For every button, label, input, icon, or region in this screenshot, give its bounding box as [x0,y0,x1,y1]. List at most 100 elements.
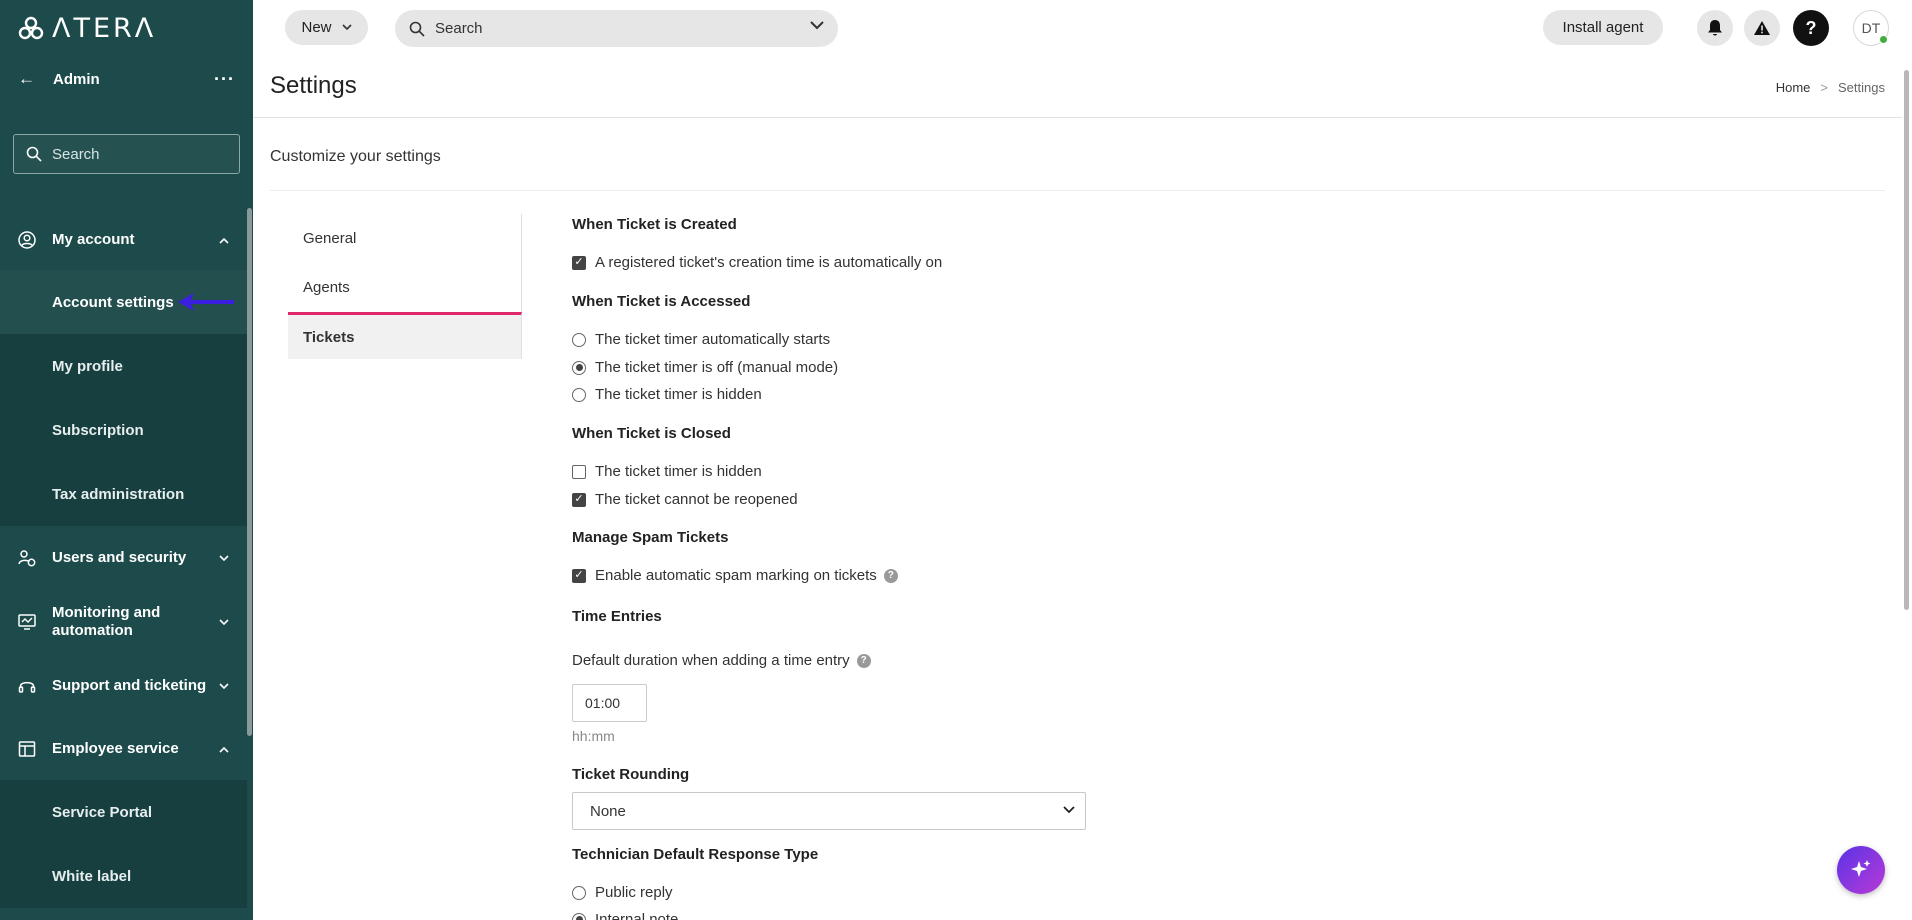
tab-agents[interactable]: Agents [288,263,522,312]
checkbox-checked[interactable]: ✓ [572,255,586,270]
warning-icon [1754,21,1770,35]
radio-button[interactable] [572,332,586,347]
search-icon [409,21,425,37]
ai-assistant-button[interactable] [1837,846,1885,894]
search-icon [26,146,42,162]
user-circle-icon [18,231,36,249]
radio-public-reply[interactable]: Public reply [572,884,673,901]
question-mark-icon: ? [1805,17,1817,38]
top-bar: New Install agent ? DT [253,0,1912,54]
help-icon[interactable]: ? [856,653,871,668]
global-search-input[interactable] [435,20,795,37]
new-button[interactable]: New [285,10,368,45]
sidebar-search[interactable] [13,134,240,174]
atera-logo-icon [18,16,44,40]
rounding-select[interactable]: None [572,792,1086,830]
checkbox[interactable] [572,464,586,479]
radio-timer-auto-starts[interactable]: The ticket timer automatically starts [572,331,830,348]
sidebar-item-tax-administration[interactable]: Tax administration [0,462,247,526]
sidebar-item-label: Service Portal [52,803,153,821]
sidebar-submenu-my-account: Account settings My profile Subscription… [0,270,247,526]
sidebar-item-account-settings[interactable]: Account settings [0,270,247,334]
help-icon[interactable]: ? [883,568,898,583]
tab-label: Agents [303,279,350,296]
global-search[interactable] [395,10,838,47]
avatar[interactable]: DT [1853,10,1889,46]
option-label: Enable automatic spam marking on tickets [595,567,877,584]
main-scrollbar[interactable] [1902,56,1912,920]
page-title: Settings [270,72,357,99]
breadcrumb-current: Settings [1838,80,1885,95]
sidebar-item-service-portal[interactable]: Service Portal [0,780,247,844]
back-arrow-icon[interactable]: ← [18,69,35,89]
tab-general[interactable]: General [288,214,522,263]
pointer-arrow-icon [178,293,234,311]
duration-input[interactable] [572,684,647,722]
avatar-initials: DT [1861,20,1881,36]
sidebar-item-label: White label [52,867,132,885]
admin-label: Admin [53,70,100,88]
checkbox-checked[interactable]: ✓ [572,492,586,507]
radio-internal-note[interactable]: Internal note [572,911,678,920]
sidebar-item-white-label[interactable]: White label [0,844,247,908]
radio-timer-manual[interactable]: The ticket timer is off (manual mode) [572,359,838,376]
duration-label: Default duration when adding a time entr… [572,652,850,669]
tab-tickets[interactable]: Tickets [288,312,522,359]
option-spam-marking[interactable]: ✓ Enable automatic spam marking on ticke… [572,567,898,584]
radio-button[interactable] [572,387,586,402]
admin-header: ← Admin ··· [0,56,253,102]
chevron-down-icon [1063,806,1075,814]
chevron-down-icon [219,615,229,629]
sidebar-group-monitoring-automation[interactable]: Monitoring and automation [0,590,247,654]
alerts-button[interactable] [1744,10,1780,46]
scrollbar-thumb[interactable] [1904,70,1909,610]
tab-label: Tickets [303,328,355,346]
chevron-down-icon [219,679,229,693]
sidebar-group-employee-service[interactable]: Employee service [0,718,247,780]
bell-icon [1708,20,1722,36]
option-closed-timer-hidden[interactable]: The ticket timer is hidden [572,463,762,480]
sidebar-item-label: My profile [52,357,123,375]
sidebar-item-label: Account settings [52,293,174,311]
help-button[interactable]: ? [1793,10,1829,46]
option-creation-time[interactable]: ✓ A registered ticket's creation time is… [572,254,942,271]
option-label: The ticket timer automatically starts [595,331,831,348]
sidebar-item-subscription[interactable]: Subscription [0,398,247,462]
radio-button-selected[interactable] [572,360,586,375]
chevron-up-icon [219,233,229,247]
breadcrumb-separator: > [1820,80,1829,95]
radio-button[interactable] [572,885,586,900]
sidebar-group-users-security[interactable]: Users and security [0,526,247,590]
checkbox-checked[interactable]: ✓ [572,568,586,583]
radio-timer-hidden[interactable]: The ticket timer is hidden [572,386,762,403]
breadcrumb-home[interactable]: Home [1776,80,1811,95]
sidebar-search-input[interactable] [52,145,232,163]
radio-button-selected[interactable] [572,912,586,920]
sidebar-group-label: Users and security [52,549,187,566]
notifications-button[interactable] [1697,10,1733,46]
sidebar-group-my-account[interactable]: My account [0,210,247,270]
install-agent-button[interactable]: Install agent [1543,10,1663,45]
more-options-icon[interactable]: ··· [214,69,235,90]
subtitle-divider [270,190,1885,191]
chevron-down-icon[interactable] [810,21,824,30]
option-label: The ticket timer is off (manual mode) [595,359,839,376]
sidebar-nav: My account Account settings My profile S… [0,210,247,908]
sidebar-scrollbar[interactable] [247,208,252,736]
sidebar-item-label: Tax administration [52,485,185,503]
monitor-icon [18,614,36,630]
tab-label: General [303,230,357,247]
option-cannot-reopen[interactable]: ✓ The ticket cannot be reopened [572,491,798,508]
duration-hint: hh:mm [572,728,615,744]
logo[interactable]: ΛTERΛ [0,0,253,56]
sparkle-icon [1851,860,1871,877]
tickets-settings-form: When Ticket is Created ✓ A registered ti… [572,214,1092,920]
rounding-selected-value: None [590,802,626,820]
option-label: The ticket timer is hidden [595,463,762,480]
chevron-up-icon [219,742,229,756]
sidebar-item-my-profile[interactable]: My profile [0,334,247,398]
sidebar-group-label: Support and ticketing [52,677,207,694]
header-divider [253,117,1902,118]
section-ticket-created: When Ticket is Created [572,216,737,233]
sidebar-group-support-ticketing[interactable]: Support and ticketing [0,654,247,718]
